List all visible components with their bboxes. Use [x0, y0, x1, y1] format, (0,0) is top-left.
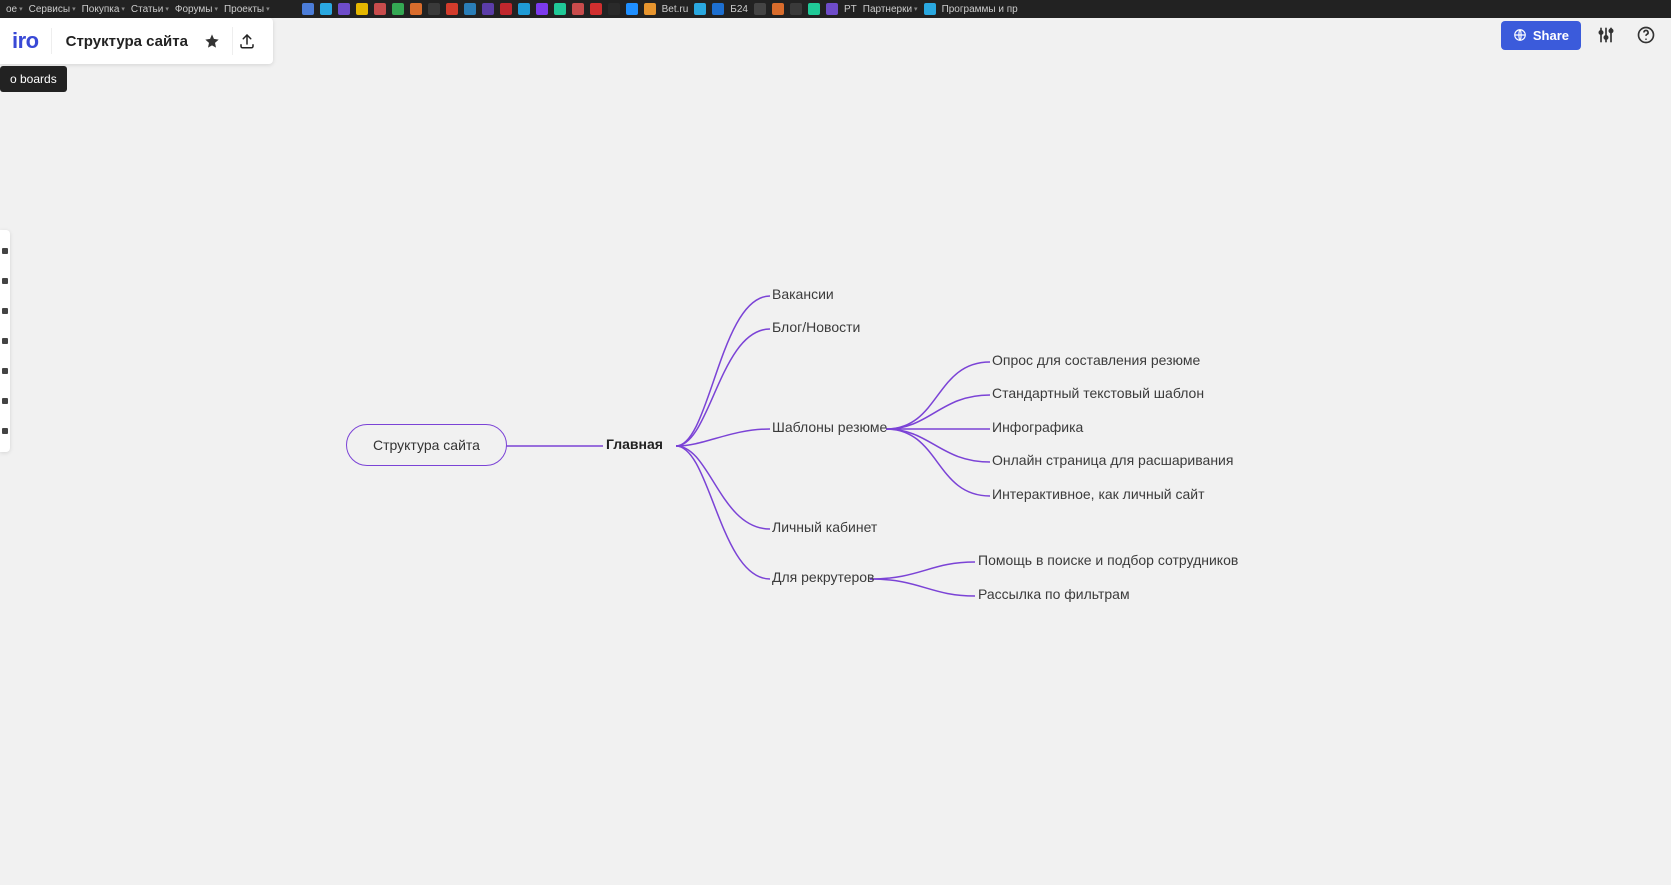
- board-title[interactable]: Структура сайта: [52, 33, 198, 50]
- mindmap-root-node[interactable]: Структура сайта: [346, 424, 507, 466]
- mindmap-node[interactable]: Онлайн страница для расшаривания: [992, 452, 1233, 468]
- bookmark-item[interactable]: Проекты ▾: [224, 4, 270, 15]
- bookmark-item[interactable]: Программы и пр: [942, 4, 1018, 15]
- bookmark-item[interactable]: Статьи ▾: [131, 4, 169, 15]
- mindmap-node[interactable]: Рассылка по фильтрам: [978, 586, 1130, 602]
- share-button[interactable]: Share: [1501, 21, 1581, 50]
- bookmark-item[interactable]: Форумы ▾: [175, 4, 218, 15]
- mindmap-node[interactable]: Для рекрутеров: [772, 569, 875, 585]
- mindmap-node[interactable]: Личный кабинет: [772, 519, 877, 535]
- globe-icon: [1513, 28, 1527, 42]
- right-controls: Share: [1501, 20, 1661, 50]
- board-canvas[interactable]: Структура сайта Главная Вакансии Блог/Но…: [0, 18, 1671, 885]
- side-toolbar[interactable]: [0, 230, 10, 452]
- mindmap-node[interactable]: Стандартный текстовый шаблон: [992, 385, 1204, 401]
- export-icon[interactable]: [232, 27, 261, 55]
- bookmark-item[interactable]: Партнерки ▾: [863, 4, 918, 15]
- logo-tooltip: o boards: [0, 66, 67, 92]
- mindmap-edges: [0, 18, 1671, 885]
- mindmap-node[interactable]: Опрос для составления резюме: [992, 352, 1200, 368]
- star-icon[interactable]: [198, 27, 226, 55]
- miro-logo[interactable]: iro: [0, 28, 52, 54]
- bookmark-item[interactable]: Покупка ▾: [82, 4, 125, 15]
- board-header: iro Структура сайта: [0, 18, 273, 64]
- mindmap-node[interactable]: Шаблоны резюме: [772, 419, 887, 435]
- mindmap-node[interactable]: Инфографика: [992, 419, 1083, 435]
- bookmark-item[interactable]: PT: [844, 4, 857, 15]
- mindmap-node[interactable]: Помощь в поиске и подбор сотрудников: [978, 552, 1238, 568]
- bookmark-item[interactable]: ое ▾: [6, 4, 23, 15]
- mindmap-node[interactable]: Вакансии: [772, 286, 834, 302]
- mindmap-node[interactable]: Интерактивное, как личный сайт: [992, 486, 1204, 502]
- browser-bookmarks-bar: ое ▾ Сервисы ▾ Покупка ▾ Статьи ▾ Форумы…: [0, 0, 1671, 18]
- bookmark-item[interactable]: Сервисы ▾: [29, 4, 76, 15]
- help-icon[interactable]: [1631, 20, 1661, 50]
- bookmark-item[interactable]: Bet.ru: [662, 4, 689, 15]
- mindmap-node-main[interactable]: Главная: [606, 436, 663, 452]
- settings-icon[interactable]: [1591, 20, 1621, 50]
- bookmark-item[interactable]: Б24: [730, 4, 748, 15]
- mindmap-node[interactable]: Блог/Новости: [772, 319, 860, 335]
